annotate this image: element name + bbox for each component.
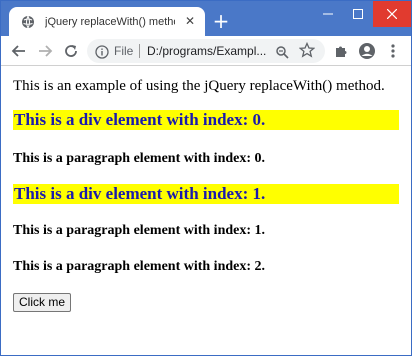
new-tab-button[interactable]: + bbox=[211, 11, 231, 31]
address-bar[interactable]: File D:/programs/Exampl... bbox=[87, 39, 325, 63]
window-controls bbox=[313, 1, 411, 27]
close-tab-icon[interactable]: ✕ bbox=[183, 14, 197, 28]
info-icon[interactable] bbox=[95, 44, 109, 59]
browser-window: jQuery replaceWith() method ✕ + File D:/… bbox=[0, 0, 412, 356]
address-divider bbox=[139, 44, 140, 58]
extensions-puzzle-icon[interactable] bbox=[331, 41, 351, 61]
maximize-button[interactable] bbox=[343, 1, 373, 27]
tab-active[interactable]: jQuery replaceWith() method ✕ bbox=[9, 7, 205, 36]
globe-icon bbox=[21, 15, 35, 29]
forward-arrow-icon[interactable] bbox=[35, 41, 55, 61]
tab-strip: jQuery replaceWith() method ✕ + bbox=[1, 1, 411, 36]
more-menu-icon[interactable] bbox=[383, 41, 403, 61]
close-window-button[interactable] bbox=[373, 1, 411, 27]
scheme-label: File bbox=[114, 44, 134, 58]
back-arrow-icon[interactable] bbox=[9, 41, 29, 61]
div-element-1: This is a div element with index: 1. bbox=[13, 184, 399, 204]
intro-text: This is an example of using the jQuery r… bbox=[13, 78, 385, 94]
minimize-button[interactable] bbox=[313, 1, 343, 27]
bookmark-star-icon[interactable] bbox=[298, 41, 316, 58]
page-content: This is an example of using the jQuery r… bbox=[2, 66, 410, 355]
zoom-icon[interactable] bbox=[275, 44, 289, 59]
tab-title: jQuery replaceWith() method bbox=[45, 15, 175, 28]
reload-icon[interactable] bbox=[61, 41, 81, 61]
click-me-button[interactable]: Click me bbox=[13, 293, 72, 312]
paragraph-element-2: This is a paragraph element with index: … bbox=[13, 259, 266, 274]
paragraph-element-1: This is a paragraph element with index: … bbox=[13, 223, 266, 238]
profile-avatar-icon[interactable] bbox=[357, 41, 377, 61]
url-text[interactable]: D:/programs/Exampl... bbox=[147, 44, 271, 58]
div-element-0: This is a div element with index: 0. bbox=[13, 110, 399, 130]
paragraph-element-0: This is a paragraph element with index: … bbox=[13, 151, 266, 166]
browser-toolbar: File D:/programs/Exampl... bbox=[1, 36, 411, 66]
